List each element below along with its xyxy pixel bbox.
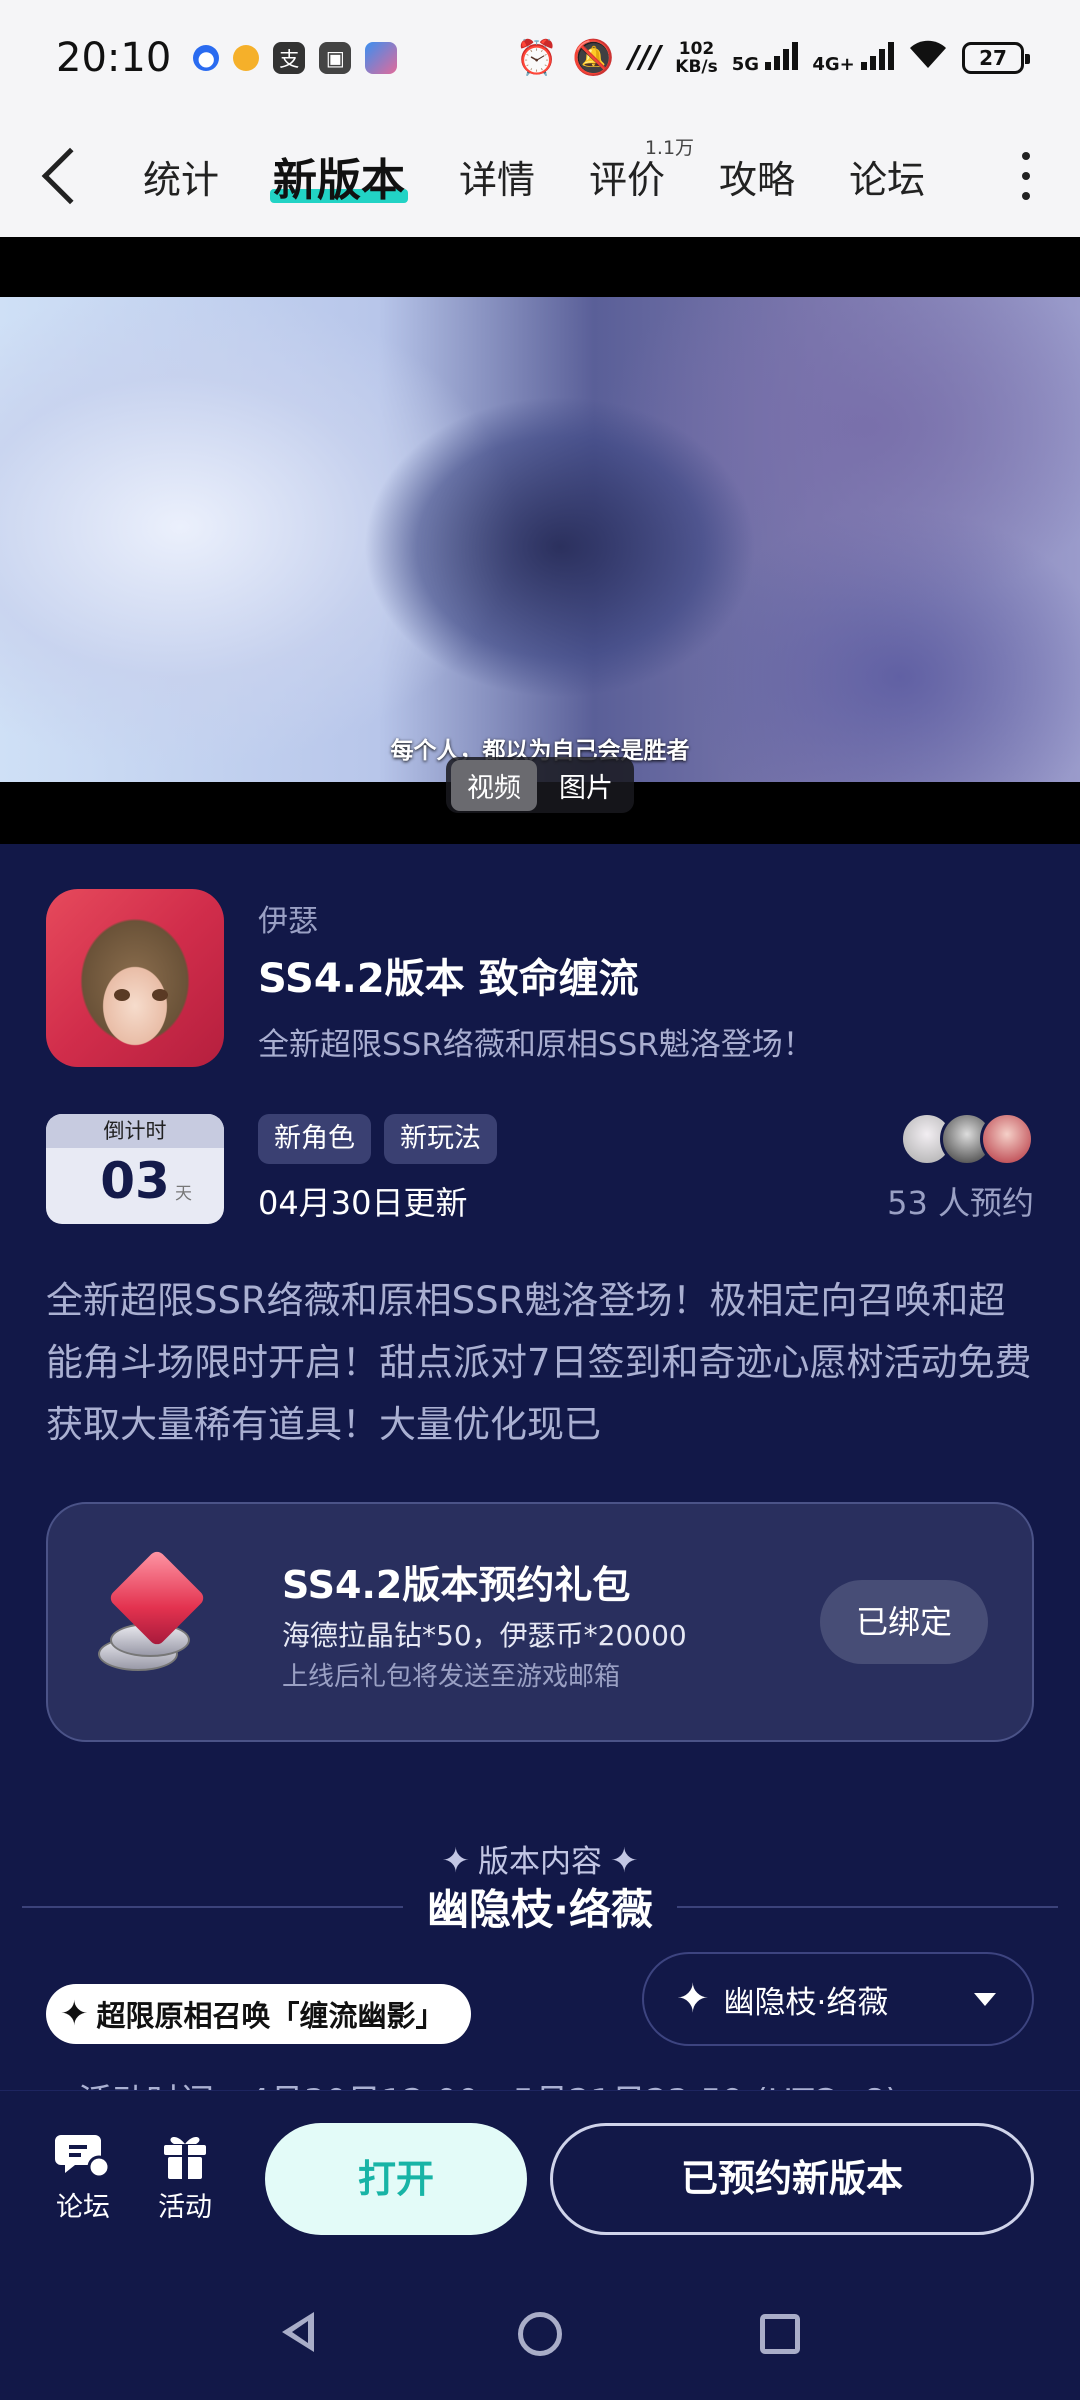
gift-title: SS4.2版本预约礼包 — [282, 1563, 631, 1607]
speed-unit: KB/s — [675, 56, 718, 77]
media-player[interactable]: 每个人，都以为自己会是胜者 视频 图片 — [0, 237, 1080, 844]
app-notification-icon: ● — [193, 44, 220, 71]
gift-crystal-icon — [88, 1548, 218, 1689]
version-summary[interactable]: 全新超限SSR络薇和原相SSR魁洛登场！极相定向召唤和超能角斗场限时开启！甜点派… — [46, 1270, 1036, 1456]
sparkle-icon: ✦ — [441, 1841, 471, 1881]
chevron-down-icon — [974, 1992, 996, 2006]
video-toggle-button[interactable]: 视频 — [451, 759, 537, 811]
tab-label: 新版本 — [273, 155, 406, 206]
home-icon[interactable] — [518, 2312, 562, 2356]
tab-label: 统计 — [143, 157, 220, 202]
countdown-unit: 天 — [175, 1184, 192, 1204]
network-speed: 102 KB/s — [675, 40, 717, 76]
signal-5g: 5G — [732, 40, 799, 75]
tab-label: 详情 — [459, 157, 536, 202]
battery-icon: 27 — [962, 41, 1030, 74]
bound-button[interactable]: 已绑定 — [820, 1580, 988, 1664]
open-button[interactable]: 打开 — [265, 2123, 527, 2235]
signal-bars-icon — [765, 40, 799, 70]
character-dropdown[interactable]: ✦ 幽隐枝·络薇 — [642, 1952, 1034, 2046]
gift-icon — [150, 2129, 220, 2185]
tag-new-gameplay: 新玩法 — [384, 1114, 497, 1164]
review-count-badge: 1.1万 — [644, 137, 695, 159]
forum-action[interactable]: 论坛 — [48, 2129, 118, 2224]
section-title-row: 幽隐枝·络薇 — [22, 1876, 1058, 1937]
back-arrow-icon[interactable] — [41, 147, 99, 205]
app-notification-icon: ▣ — [319, 41, 352, 74]
version-title: SS4.2版本 致命缠流 — [258, 956, 639, 1002]
data-saver-icon: /// — [628, 40, 662, 75]
tab-guides[interactable]: 攻略 — [692, 115, 822, 237]
tab-new-version[interactable]: 新版本 — [246, 115, 432, 237]
countdown-value: 03 — [100, 1152, 170, 1210]
top-nav: 统计 新版本 详情 评价 1.1万 攻略 论坛 — [0, 115, 1080, 237]
countdown-label: 倒计时 — [46, 1114, 224, 1148]
signal-4g: 4G+ — [812, 40, 894, 75]
summon-event-label: 超限原相召唤「缠流幽影」 — [96, 1999, 445, 2033]
status-bar: 20:10 ● 支 ▣ ⏰ 🔕 /// 102 KB/s 5G 4G+ 27 — [0, 0, 1080, 115]
event-time-text: ■活动时间：4月30日12:00 - 5月21日23:59 (UTC+8) — [46, 2074, 899, 2090]
alipay-notification-icon: 支 — [273, 41, 306, 74]
video-frame[interactable] — [0, 297, 1080, 782]
net-5g-label: 5G — [731, 54, 760, 75]
reserver-avatars — [900, 1112, 1034, 1166]
image-toggle-button[interactable]: 图片 — [543, 760, 629, 811]
character-portrait — [74, 911, 196, 1061]
avatar — [980, 1112, 1034, 1166]
status-time: 20:10 — [56, 34, 172, 81]
bottom-action-bar: 论坛 活动 打开 已预约新版本 — [0, 2090, 1080, 2270]
sparkle-icon: ✦ — [60, 1994, 89, 2034]
tab-bar: 统计 新版本 详情 评价 1.1万 攻略 论坛 — [116, 115, 952, 237]
divider — [22, 1905, 404, 1908]
more-options-icon[interactable] — [1022, 152, 1030, 200]
sparkle-icon: ✦ — [676, 1976, 710, 2022]
section-subtitle: ✦ 版本内容 ✦ — [0, 1836, 1080, 1881]
chat-bubble-icon — [48, 2129, 118, 2185]
speed-value: 102 — [678, 38, 715, 59]
reservation-count: 53 人预约 — [887, 1184, 1034, 1222]
media-type-toggle: 视频 图片 — [446, 757, 634, 813]
gift-description: 海德拉晶钻*50，伊瑟币*20000 — [282, 1619, 687, 1652]
net-4g-label: 4G+ — [812, 54, 855, 75]
version-description: 全新超限SSR络薇和原相SSR魁洛登场！ — [258, 1027, 814, 1063]
tag-new-character: 新角色 — [258, 1114, 371, 1164]
alarm-icon: ⏰ — [515, 37, 559, 78]
battery-level: 27 — [979, 45, 1007, 70]
tab-label: 论坛 — [849, 157, 926, 202]
tab-reviews[interactable]: 评价 1.1万 — [562, 115, 695, 237]
notification-icons: ● 支 ▣ — [193, 41, 398, 74]
mute-icon: 🔕 — [572, 37, 615, 78]
tab-details[interactable]: 详情 — [432, 115, 562, 237]
wifi-icon — [908, 38, 948, 78]
system-navigation-bar — [0, 2270, 1080, 2400]
divider — [676, 1905, 1058, 1908]
section-subtitle-text: 版本内容 — [478, 1844, 602, 1880]
developer-name[interactable]: 伊瑟 — [258, 896, 318, 940]
sparkle-icon: ✦ — [610, 1841, 639, 1881]
portrait-eye — [114, 989, 130, 1001]
tab-stats[interactable]: 统计 — [116, 115, 246, 237]
activity-action[interactable]: 活动 — [150, 2129, 220, 2224]
tab-forum[interactable]: 论坛 — [822, 115, 952, 237]
back-icon[interactable] — [282, 2312, 314, 2352]
forum-label: 论坛 — [56, 2192, 110, 2223]
gift-note: 上线后礼包将发送至游戏邮箱 — [282, 1662, 621, 1692]
app-notification-icon — [233, 44, 260, 71]
reserved-new-version-button[interactable]: 已预约新版本 — [550, 2123, 1034, 2235]
version-content: 伊瑟 SS4.2版本 致命缠流 全新超限SSR络薇和原相SSR魁洛登场！ 倒计时… — [0, 844, 1080, 2090]
countdown-card: 倒计时 03 天 — [46, 1114, 224, 1224]
gift-pack-card: SS4.2版本预约礼包 海德拉晶钻*50，伊瑟币*20000 上线后礼包将发送至… — [46, 1502, 1034, 1742]
section-title: 幽隐枝·络薇 — [427, 1885, 653, 1934]
portrait-eye — [152, 989, 168, 1001]
update-date: 04月30日更新 — [258, 1184, 468, 1222]
dropdown-selected-value: 幽隐枝·络薇 — [723, 1984, 889, 2021]
activity-label: 活动 — [158, 2192, 212, 2223]
game-notification-icon — [365, 41, 398, 74]
version-tags: 新角色 新玩法 — [258, 1114, 497, 1164]
signal-bars-icon — [861, 40, 894, 70]
tab-label: 攻略 — [719, 157, 796, 202]
game-icon[interactable] — [46, 889, 224, 1067]
recents-icon[interactable] — [760, 2314, 800, 2354]
summon-event-pill[interactable]: ✦ 超限原相召唤「缠流幽影」 — [46, 1984, 471, 2044]
